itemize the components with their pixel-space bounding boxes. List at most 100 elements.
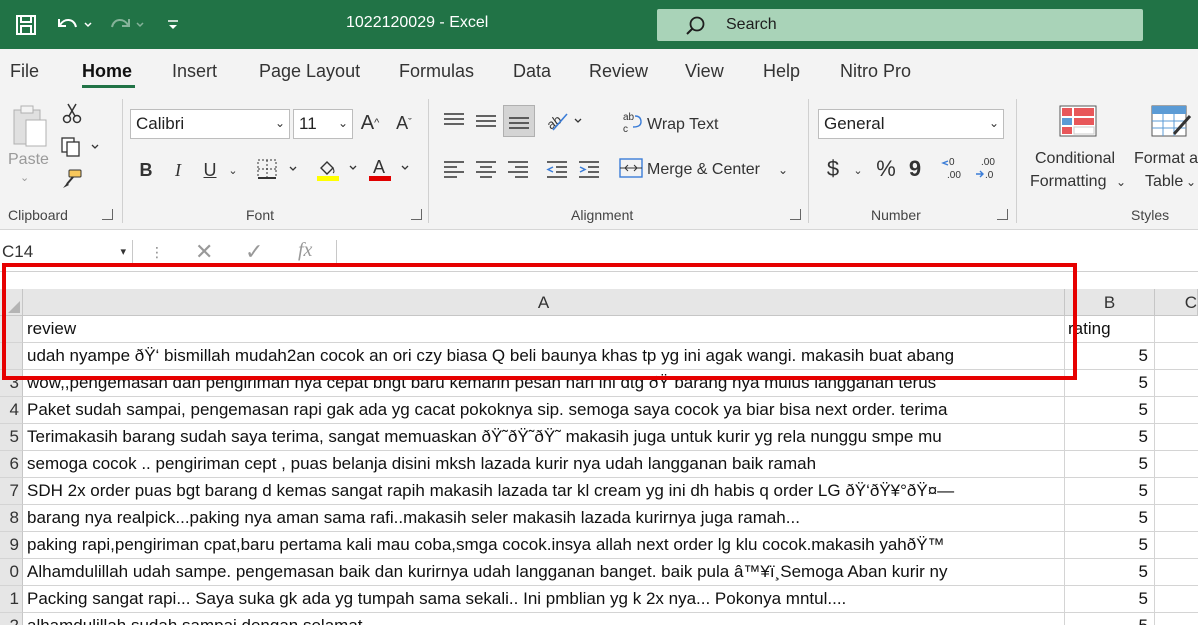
cell-b[interactable]: rating [1065, 316, 1155, 343]
format-as-table-line1[interactable]: Format a [1134, 150, 1198, 168]
align-center-icon[interactable] [474, 157, 498, 181]
currency-button[interactable]: $ [822, 155, 844, 183]
tab-review[interactable]: Review [589, 61, 648, 82]
increase-decimal-icon[interactable]: 0.00 [940, 153, 970, 183]
cell-b[interactable]: 5 [1065, 451, 1155, 478]
enter-icon[interactable]: ✓ [245, 239, 263, 265]
font-size-select[interactable]: 11 ⌄ [293, 109, 353, 139]
name-box[interactable]: C14 ▾ [0, 240, 133, 266]
format-as-table-icon[interactable] [1150, 103, 1192, 139]
cut-icon[interactable] [60, 101, 84, 125]
tab-home[interactable]: Home [82, 61, 132, 82]
cell-a[interactable]: SDH 2x order puas bgt barang d kemas san… [23, 478, 1065, 505]
cell-b[interactable]: 5 [1065, 613, 1155, 625]
cell-a[interactable]: alhamdulillah sudah sampai dengan selama… [23, 613, 1065, 625]
tab-view[interactable]: View [685, 61, 724, 82]
underline-button[interactable]: U [200, 157, 220, 183]
column-header-c[interactable]: C [1155, 289, 1198, 316]
cell-b[interactable]: 5 [1065, 370, 1155, 397]
cell-a[interactable]: wow,,pengemasan dan pengiriman nya cepat… [23, 370, 1065, 397]
row-header[interactable]: 4 [0, 397, 23, 424]
cell-c[interactable] [1155, 316, 1198, 343]
cell-b[interactable]: 5 [1065, 532, 1155, 559]
decrease-indent-icon[interactable] [545, 157, 569, 181]
borders-icon[interactable] [254, 155, 302, 183]
italic-button[interactable]: I [168, 157, 188, 183]
row-header[interactable] [0, 343, 23, 370]
number-launcher-icon[interactable] [997, 209, 1008, 220]
row-header[interactable]: 3 [0, 370, 23, 397]
cell-c[interactable] [1155, 532, 1198, 559]
copy-icon[interactable] [58, 135, 102, 159]
cell-c[interactable] [1155, 424, 1198, 451]
undo-icon[interactable] [52, 11, 94, 39]
cell-a[interactable]: Paket sudah sampai, pengemasan rapi gak … [23, 397, 1065, 424]
cell-b[interactable]: 5 [1065, 586, 1155, 613]
row-header[interactable]: 2 [0, 613, 23, 625]
conditional-formatting-line2[interactable]: Formatting [1030, 173, 1106, 191]
conditional-formatting-dropdown-icon[interactable]: ⌄ [1116, 175, 1126, 189]
cancel-icon[interactable]: ✕ [195, 239, 213, 265]
cell-c[interactable] [1155, 613, 1198, 625]
merge-center-button[interactable]: Merge & Center [647, 161, 760, 179]
row-header[interactable]: 5 [0, 424, 23, 451]
paste-button[interactable] [8, 99, 52, 155]
percent-button[interactable]: % [872, 155, 900, 183]
align-top-icon[interactable] [442, 109, 466, 133]
cell-a[interactable]: review [23, 316, 1065, 343]
bold-button[interactable]: B [136, 157, 156, 183]
formula-input[interactable] [336, 240, 1198, 266]
font-color-icon[interactable]: A [366, 155, 414, 183]
row-header[interactable]: 1 [0, 586, 23, 613]
column-header-b[interactable]: B [1065, 289, 1155, 316]
cell-b[interactable]: 5 [1065, 505, 1155, 532]
comma-style-button[interactable]: 9 [906, 155, 924, 183]
cell-a[interactable]: barang nya realpick...paking nya aman sa… [23, 505, 1065, 532]
cell-b[interactable]: 5 [1065, 478, 1155, 505]
align-middle-icon[interactable] [474, 109, 498, 133]
tab-formulas[interactable]: Formulas [399, 61, 474, 82]
format-as-table-line2[interactable]: Table [1145, 173, 1183, 191]
currency-dropdown-icon[interactable]: ⌄ [850, 157, 864, 183]
row-header[interactable]: 0 [0, 559, 23, 586]
cell-c[interactable] [1155, 343, 1198, 370]
cell-a[interactable]: Packing sangat rapi... Saya suka gk ada … [23, 586, 1065, 613]
cell-c[interactable] [1155, 370, 1198, 397]
customize-toolbar-icon[interactable] [162, 11, 184, 39]
select-all-button[interactable] [0, 289, 23, 316]
cell-a[interactable]: Alhamdulillah udah sampe. pengemasan bai… [23, 559, 1065, 586]
tab-nitro-pro[interactable]: Nitro Pro [840, 61, 911, 82]
cell-a[interactable]: paking rapi,pengiriman cpat,baru pertama… [23, 532, 1065, 559]
tab-insert[interactable]: Insert [172, 61, 217, 82]
save-icon[interactable] [12, 11, 40, 39]
cell-b[interactable]: 5 [1065, 559, 1155, 586]
redo-icon[interactable] [106, 11, 148, 39]
insert-function-icon[interactable]: fx [298, 239, 312, 262]
tab-file[interactable]: File [10, 61, 39, 82]
alignment-launcher-icon[interactable] [790, 209, 801, 220]
search-box[interactable]: Search [657, 9, 1143, 41]
tab-page-layout[interactable]: Page Layout [259, 61, 360, 82]
align-left-icon[interactable] [442, 157, 466, 181]
wrap-text-button[interactable]: Wrap Text [647, 116, 718, 134]
row-header[interactable]: 7 [0, 478, 23, 505]
number-format-select[interactable]: General ⌄ [818, 109, 1004, 139]
tab-help[interactable]: Help [763, 61, 800, 82]
cell-c[interactable] [1155, 505, 1198, 532]
align-bottom-icon[interactable] [503, 105, 535, 137]
cell-b[interactable]: 5 [1065, 343, 1155, 370]
cell-c[interactable] [1155, 478, 1198, 505]
font-launcher-icon[interactable] [411, 209, 422, 220]
conditional-formatting-line1[interactable]: Conditional [1035, 150, 1115, 168]
underline-dropdown-icon[interactable]: ⌄ [224, 157, 240, 183]
cell-b[interactable]: 5 [1065, 424, 1155, 451]
decrease-decimal-icon[interactable]: .00.0 [974, 153, 1004, 183]
column-header-a[interactable]: A [23, 289, 1065, 316]
increase-indent-icon[interactable] [577, 157, 601, 181]
increase-font-size-icon[interactable]: A ^ [358, 109, 382, 137]
row-header[interactable]: 9 [0, 532, 23, 559]
cell-c[interactable] [1155, 559, 1198, 586]
merge-dropdown-icon[interactable]: ⌄ [778, 163, 788, 177]
row-header[interactable]: 8 [0, 505, 23, 532]
row-header[interactable] [0, 316, 23, 343]
